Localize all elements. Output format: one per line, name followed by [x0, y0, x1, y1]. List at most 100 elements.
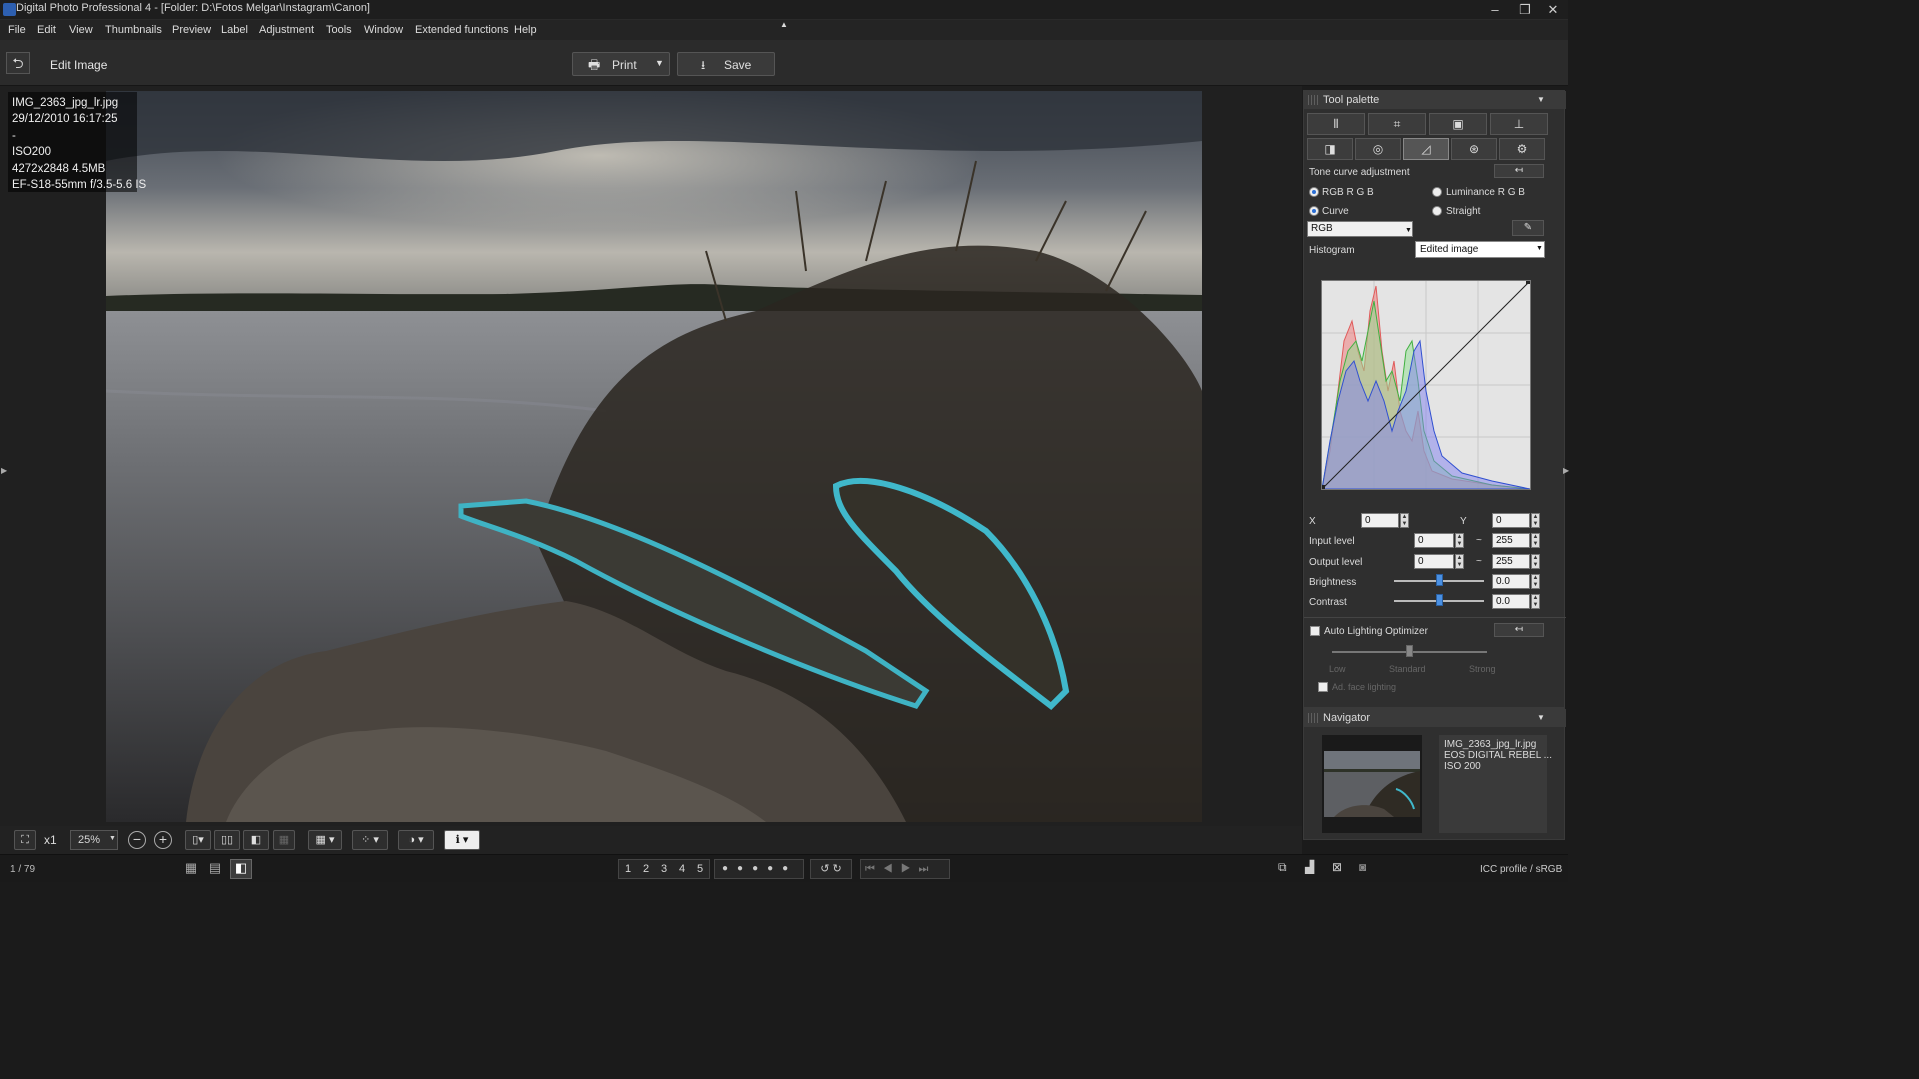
navigator-filename: IMG_2363_jpg_lr.jpg — [1444, 739, 1537, 750]
output-high-spinner[interactable]: ▲ ▼ — [1531, 554, 1540, 569]
chevron-down-icon[interactable]: ▼ — [1537, 713, 1545, 722]
highlight-warning-icon[interactable]: ◑ ▾ — [398, 830, 434, 850]
camera-icon[interactable]: ◙ — [1359, 860, 1366, 874]
reset-alo-icon[interactable]: ↤ — [1494, 623, 1544, 637]
zoom-in-icon[interactable]: + — [154, 831, 172, 849]
menu-edit[interactable]: Edit — [37, 24, 56, 36]
menu-extended-functions[interactable]: Extended functions — [415, 24, 509, 36]
menu-window[interactable]: Window — [364, 24, 403, 36]
navigator-thumbnail-frame[interactable] — [1322, 735, 1422, 833]
alo-label: Auto Lighting Optimizer — [1324, 626, 1428, 637]
tab-stamp-icon[interactable]: ⊥ — [1490, 113, 1548, 135]
y-field[interactable]: 0 — [1492, 513, 1530, 528]
af-points-icon[interactable]: ⁘ ▾ — [352, 830, 388, 850]
rgb-mode-radio[interactable] — [1309, 187, 1319, 197]
luminance-mode-radio[interactable] — [1432, 187, 1442, 197]
grid-icon[interactable]: ▦ ▾ — [308, 830, 342, 850]
menu-label[interactable]: Label — [221, 24, 248, 36]
filmstrip-icon[interactable]: ▤ — [206, 860, 224, 878]
single-view-icon[interactable]: ▯▾ — [185, 830, 211, 850]
rating-5[interactable]: 5 — [697, 863, 703, 875]
x-field[interactable]: 0 — [1361, 513, 1399, 528]
navigation-arrows-icon[interactable]: ⏮◀▶⏭ — [860, 859, 950, 879]
curve-radio[interactable] — [1309, 206, 1319, 216]
thumbnail-grid-icon[interactable]: ▦ — [182, 860, 200, 878]
tab-settings-icon[interactable]: ⚙ — [1499, 138, 1545, 160]
tab-crop-icon[interactable]: ⌗ — [1368, 113, 1426, 135]
info-toggle-icon[interactable]: ℹ ▾ — [444, 830, 480, 850]
tone-curve-graph[interactable] — [1320, 279, 1531, 490]
save-icon: ⭳ — [701, 58, 706, 72]
chevron-down-icon[interactable]: ▼ — [655, 58, 664, 68]
print-button[interactable]: 🖶 Print ▼ — [572, 52, 670, 76]
edited-photo[interactable] — [106, 91, 1202, 822]
brightness-spinner[interactable]: ▲ ▼ — [1531, 574, 1540, 589]
output-level-high[interactable]: 255 — [1492, 554, 1530, 569]
zoom-multiplier[interactable]: x1 — [44, 833, 57, 847]
chevron-down-icon[interactable]: ▼ — [1537, 95, 1545, 104]
close-button[interactable]: ✕ — [1538, 0, 1568, 20]
grip-icon[interactable] — [1308, 713, 1318, 723]
grip-icon[interactable] — [1308, 95, 1318, 105]
tab-exposure-icon[interactable]: ◨ — [1307, 138, 1353, 160]
input-high-spinner[interactable]: ▲ ▼ — [1531, 533, 1540, 548]
split-view-icon[interactable]: ◧ — [243, 830, 269, 850]
menu-file[interactable]: File — [8, 24, 26, 36]
x-spinner[interactable]: ▲ ▼ — [1400, 513, 1409, 528]
edit-view-icon[interactable]: ◧ — [230, 859, 252, 879]
divider — [1304, 617, 1566, 618]
channel-select[interactable]: RGB ▼ — [1307, 221, 1413, 237]
rating-4[interactable]: 4 — [679, 863, 685, 875]
left-panel-toggle-icon[interactable]: ▶ — [1, 466, 7, 475]
zoom-select[interactable]: 25% ▼ — [70, 830, 118, 850]
alo-checkbox[interactable] — [1310, 626, 1320, 636]
output-level-low[interactable]: 0 — [1414, 554, 1454, 569]
y-spinner[interactable]: ▲ ▼ — [1531, 513, 1540, 528]
right-panel-toggle-icon[interactable]: ▶ — [1563, 466, 1569, 475]
histogram-select[interactable]: Edited image ▼ — [1415, 241, 1545, 258]
menu-preview[interactable]: Preview — [172, 24, 211, 36]
brightness-field[interactable]: 0.0 — [1492, 574, 1530, 589]
rating-1[interactable]: 1 — [625, 863, 631, 875]
panel-layout-icon[interactable]: ⧉ — [1278, 860, 1287, 875]
contrast-slider-thumb[interactable] — [1436, 594, 1443, 606]
menu-adjustment[interactable]: Adjustment — [259, 24, 314, 36]
tab-tone-curve-icon[interactable]: ◿ — [1403, 138, 1449, 160]
maximize-button[interactable]: ❐ — [1510, 0, 1540, 20]
output-tilde: ~ — [1476, 556, 1482, 567]
straight-radio[interactable] — [1432, 206, 1442, 216]
input-level-low[interactable]: 0 — [1414, 533, 1454, 548]
compare-view-icon[interactable]: ▯▯ — [214, 830, 240, 850]
tab-basic-adjust-icon[interactable]: ⫴ — [1307, 113, 1365, 135]
reset-curve-icon[interactable]: ↤ — [1494, 164, 1544, 178]
straight-label: Straight — [1446, 206, 1481, 217]
input-low-spinner[interactable]: ▲ ▼ — [1455, 533, 1464, 548]
tab-color-icon[interactable]: ⊛ — [1451, 138, 1497, 160]
rotate-icon[interactable]: ↺ ↻ — [810, 859, 852, 879]
contrast-spinner[interactable]: ▲ ▼ — [1531, 594, 1540, 609]
menu-thumbnails[interactable]: Thumbnails — [105, 24, 162, 36]
fit-screen-icon[interactable]: ⛶ — [14, 830, 36, 850]
eyedropper-icon[interactable]: ✎ — [1512, 220, 1544, 236]
rating-2[interactable]: 2 — [643, 863, 649, 875]
crop-preview-icon[interactable]: ⊠ — [1332, 860, 1342, 874]
save-button[interactable]: ⭳ Save — [677, 52, 775, 76]
tab-lens-icon[interactable]: ◎ — [1355, 138, 1401, 160]
input-level-high[interactable]: 255 — [1492, 533, 1530, 548]
printer-icon: 🖶 — [588, 57, 601, 72]
rating-3[interactable]: 3 — [661, 863, 667, 875]
brightness-slider-thumb[interactable] — [1436, 574, 1443, 586]
collapse-toolbar-icon[interactable]: ▲ — [780, 20, 788, 29]
menu-tools[interactable]: Tools — [326, 24, 352, 36]
zoom-out-icon[interactable]: − — [128, 831, 146, 849]
contrast-field[interactable]: 0.0 — [1492, 594, 1530, 609]
menu-help[interactable]: Help — [514, 24, 537, 36]
color-label-dots[interactable]: ●●●●● — [714, 859, 804, 879]
tab-dust-icon[interactable]: ▣ — [1429, 113, 1487, 135]
minimize-button[interactable]: – — [1480, 0, 1510, 20]
output-low-spinner[interactable]: ▲ ▼ — [1455, 554, 1464, 569]
back-icon[interactable]: ⮌ — [6, 52, 30, 74]
histogram-icon[interactable]: ▟ — [1305, 860, 1314, 874]
menu-view[interactable]: View — [69, 24, 93, 36]
print-label: Print — [612, 58, 637, 72]
